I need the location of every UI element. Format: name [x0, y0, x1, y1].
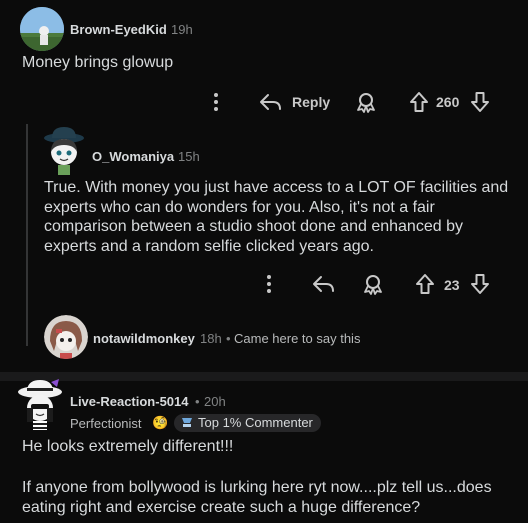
separator-dot: • — [195, 394, 200, 409]
top-commenter-badge[interactable]: Top 1% Commenter — [174, 414, 321, 432]
reply-icon[interactable] — [259, 92, 283, 112]
flair-emoji: 🧐 — [152, 415, 169, 430]
avatar[interactable] — [20, 7, 64, 51]
avatar[interactable] — [42, 125, 86, 175]
more-options-icon[interactable] — [262, 273, 276, 295]
comment-body: If anyone from bollywood is lurking here… — [22, 479, 492, 516]
comment-timestamp: 20h — [204, 394, 226, 409]
comment-preview[interactable]: Came here to say this — [234, 331, 360, 346]
comment-username[interactable]: Brown-EyedKid — [70, 22, 167, 37]
trophy-icon — [180, 415, 194, 427]
comment-username[interactable]: Live-Reaction-5014 — [70, 394, 189, 409]
vote-score: 260 — [436, 94, 460, 110]
upvote-icon[interactable] — [415, 273, 435, 295]
avatar[interactable] — [15, 378, 65, 430]
award-icon[interactable] — [362, 273, 384, 295]
reply-icon[interactable] — [312, 274, 336, 294]
vote-score: 23 — [444, 277, 460, 293]
comment-body: True. With money you just have access to… — [44, 179, 509, 255]
separator-dot: • — [226, 331, 231, 346]
reply-button[interactable]: Reply — [292, 94, 330, 110]
upvote-icon[interactable] — [409, 91, 429, 113]
more-options-icon[interactable] — [209, 91, 223, 113]
comment-timestamp: 15h — [178, 149, 200, 164]
thread-line[interactable] — [26, 124, 28, 346]
comment-timestamp: 18h — [200, 331, 222, 346]
user-flair: Perfectionist — [70, 416, 142, 431]
comment-body: He looks extremely different!!! — [22, 438, 234, 455]
comment-username[interactable]: notawildmonkey — [93, 331, 195, 346]
badge-label: Top 1% Commenter — [198, 415, 313, 430]
award-icon[interactable] — [355, 91, 377, 113]
comment-body: Money brings glowup — [22, 54, 174, 71]
downvote-icon[interactable] — [470, 273, 490, 295]
downvote-icon[interactable] — [470, 91, 490, 113]
comment-divider — [0, 372, 528, 381]
comment-username[interactable]: O_Womaniya — [92, 149, 174, 164]
comment-timestamp: 19h — [171, 22, 193, 37]
avatar[interactable] — [44, 315, 88, 359]
